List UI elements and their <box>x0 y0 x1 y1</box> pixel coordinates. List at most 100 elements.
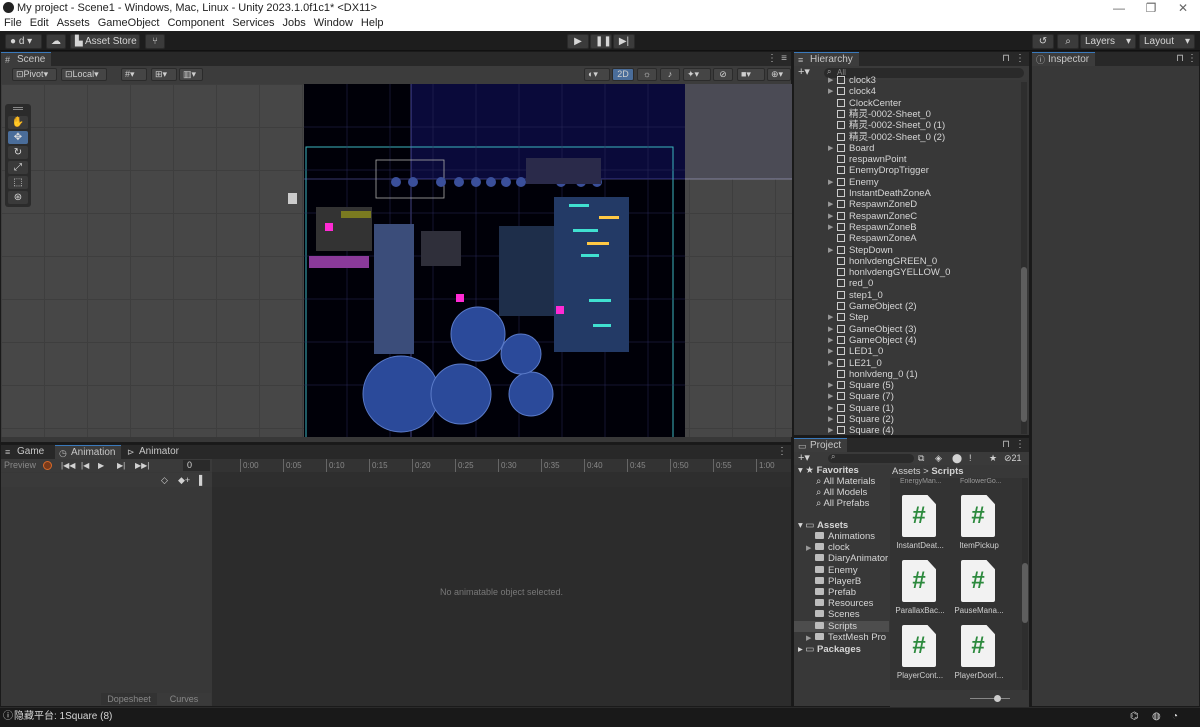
preview-toggle[interactable]: Preview <box>4 459 36 472</box>
lock-icon[interactable]: ⊓ <box>1001 438 1011 452</box>
expand-arrow-icon[interactable]: ▶ <box>828 312 833 323</box>
filter-icon[interactable]: ◇ <box>161 473 168 487</box>
menu-gameobject[interactable]: GameObject <box>94 16 164 31</box>
warning-icon[interactable]: ! <box>969 452 972 465</box>
folder-item[interactable]: Resources <box>794 598 889 609</box>
last-frame-icon[interactable]: ▶▶| <box>135 459 149 472</box>
hierarchy-item[interactable]: ▶ LED1_0 <box>794 346 1022 357</box>
project-search-input[interactable]: ⌕ <box>828 452 914 463</box>
rotate-tool[interactable]: ↻ <box>8 146 28 159</box>
tab-project[interactable]: ▭ Project <box>794 438 848 452</box>
favorite-all-materials[interactable]: ⌕ All Materials <box>816 476 875 487</box>
hierarchy-item[interactable]: ▶ GameObject (3) <box>794 324 1022 335</box>
hierarchy-item[interactable]: InstantDeathZoneA <box>794 188 1022 199</box>
prev-frame-icon[interactable]: |◀ <box>81 459 89 472</box>
hierarchy-item[interactable]: ▶ Square (7) <box>794 391 1022 402</box>
script-asset[interactable]: # InstantDeat... <box>892 495 948 559</box>
expand-arrow-icon[interactable]: ▶ <box>828 358 833 369</box>
menu-services[interactable]: Services <box>228 16 278 31</box>
expand-arrow-icon[interactable]: ▶ <box>828 211 833 222</box>
hierarchy-item[interactable]: honlvdeng_0 (1) <box>794 369 1022 380</box>
scene-viewport[interactable] <box>1 84 792 437</box>
grid-visual-button[interactable]: ▥▾ <box>179 68 203 81</box>
expand-arrow-icon[interactable]: ▶ <box>828 86 833 97</box>
favorite-all-prefabs[interactable]: ⌕ All Prefabs <box>816 498 869 509</box>
breadcrumb-assets[interactable]: Assets <box>892 466 921 477</box>
packages-header[interactable]: ▸ ▭ Packages <box>798 644 861 655</box>
menu-edit[interactable]: Edit <box>26 16 53 31</box>
status-message[interactable]: 隐藏平台: 1Square (8) <box>14 708 112 726</box>
version-control-button[interactable]: ⑂ <box>145 34 165 49</box>
hand-tool[interactable]: ✋ <box>8 116 28 129</box>
hierarchy-item[interactable]: ▶ LE21_0 <box>794 358 1022 369</box>
camera-dropdown[interactable]: ■▾ <box>737 68 765 81</box>
expand-arrow-icon[interactable]: ▶ <box>828 414 833 425</box>
account-dropdown[interactable]: ● d ▾ <box>5 34 42 49</box>
menu-file[interactable]: File <box>0 16 26 31</box>
step-button[interactable]: ▶| <box>613 34 635 49</box>
frame-input[interactable]: 0 <box>183 460 210 471</box>
hierarchy-item[interactable]: RespawnZoneA <box>794 233 1022 244</box>
asset-store-button[interactable]: ▙ Asset Store <box>70 34 140 49</box>
search-by-type-icon[interactable]: ⬤ <box>952 452 962 465</box>
folder-item[interactable]: PlayerB <box>794 576 889 587</box>
timeline-ruler[interactable]: 0:00 0:05 0:10 0:15 0:20 0:25 0:30 0:35 0:40 0:45… <box>212 459 791 472</box>
hierarchy-item[interactable]: 精灵-0002-Sheet_0 <box>794 109 1022 120</box>
project-kebab-icon[interactable]: ⋮ <box>1015 438 1025 452</box>
folder-item[interactable]: Enemy <box>794 565 889 576</box>
local-dropdown[interactable]: ⊡Local▾ <box>61 68 107 81</box>
menu-help[interactable]: Help <box>357 16 388 31</box>
menu-assets[interactable]: Assets <box>53 16 94 31</box>
2d-toggle[interactable]: 2D <box>612 68 634 81</box>
expand-arrow-icon[interactable]: ▶ <box>828 222 833 233</box>
expand-arrow-icon[interactable]: ▶ <box>806 633 815 644</box>
first-frame-icon[interactable]: |◀◀ <box>61 459 75 472</box>
search-button[interactable]: ⌕ <box>1057 34 1079 49</box>
hierarchy-item[interactable]: 精灵-0002-Sheet_0 (2) <box>794 132 1022 143</box>
hierarchy-item[interactable]: GameObject (2) <box>794 301 1022 312</box>
tab-animator[interactable]: ⊳ Animator <box>123 445 185 459</box>
hierarchy-item[interactable]: honlvdengGYELLOW_0 <box>794 267 1022 278</box>
play-icon[interactable]: ▶ <box>98 459 104 472</box>
breadcrumb-scripts[interactable]: Scripts <box>931 466 963 477</box>
star-icon[interactable]: ★ <box>989 452 997 465</box>
tab-hierarchy[interactable]: ≡ Hierarchy <box>794 52 859 66</box>
project-scrollbar[interactable] <box>1022 478 1028 690</box>
network-icon[interactable]: ⌬ <box>1130 708 1139 726</box>
expand-arrow-icon[interactable]: ▶ <box>828 391 833 402</box>
expand-arrow-icon[interactable]: ▶ <box>828 425 833 435</box>
hierarchy-item[interactable]: respawnPoint <box>794 154 1022 165</box>
hierarchy-item[interactable]: ▶ Square (1) <box>794 403 1022 414</box>
effects-dropdown[interactable]: ✦▾ <box>683 68 711 81</box>
move-tool[interactable]: ✥ <box>8 131 28 144</box>
hierarchy-item[interactable]: ▶ Square (2) <box>794 414 1022 425</box>
hierarchy-item[interactable]: ▶ GameObject (4) <box>794 335 1022 346</box>
hidden-objects-toggle[interactable]: ⊘ <box>713 68 733 81</box>
layers-dropdown[interactable]: Layers ▾ <box>1080 34 1136 49</box>
favorites-header[interactable]: ▾ ★ Favorites <box>798 465 859 476</box>
menu-component[interactable]: Component <box>163 16 228 31</box>
layout-dropdown[interactable]: Layout ▾ <box>1139 34 1195 49</box>
hierarchy-item[interactable]: ▶ RespawnZoneD <box>794 199 1022 210</box>
add-icon[interactable]: +▾ <box>798 452 810 464</box>
tab-scene[interactable]: # Scene <box>1 52 52 66</box>
play-button[interactable]: ▶ <box>567 34 589 49</box>
hierarchy-item[interactable]: ▶ clock3 <box>794 75 1022 86</box>
undo-history-button[interactable]: ↺ <box>1032 34 1054 49</box>
record-icon[interactable] <box>43 461 52 470</box>
lock-icon[interactable]: ⊓ <box>1175 52 1185 66</box>
hidden-packages-count[interactable]: ⊘21 <box>1004 452 1022 465</box>
dopesheet-button[interactable]: Dopesheet <box>101 693 157 705</box>
gizmos-dropdown[interactable]: ⊕▾ <box>767 68 791 81</box>
draw-mode-button[interactable]: ◐▾ <box>584 68 610 81</box>
tab-inspector[interactable]: ⓘ Inspector <box>1032 52 1096 66</box>
timeline-area[interactable]: No animatable object selected. <box>212 487 791 706</box>
event-lane[interactable] <box>212 472 791 487</box>
maximize-button[interactable]: ❐ <box>1136 0 1166 16</box>
search-by-label-icon[interactable]: ◈ <box>935 452 942 465</box>
hierarchy-item[interactable]: ▶ Step <box>794 312 1022 323</box>
lighting-toggle[interactable]: ☼ <box>637 68 657 81</box>
icon-size-slider-thumb[interactable] <box>994 695 1001 702</box>
hierarchy-item[interactable]: ▶ clock4 <box>794 86 1022 97</box>
script-asset[interactable]: # PlayerCont... <box>892 625 948 689</box>
